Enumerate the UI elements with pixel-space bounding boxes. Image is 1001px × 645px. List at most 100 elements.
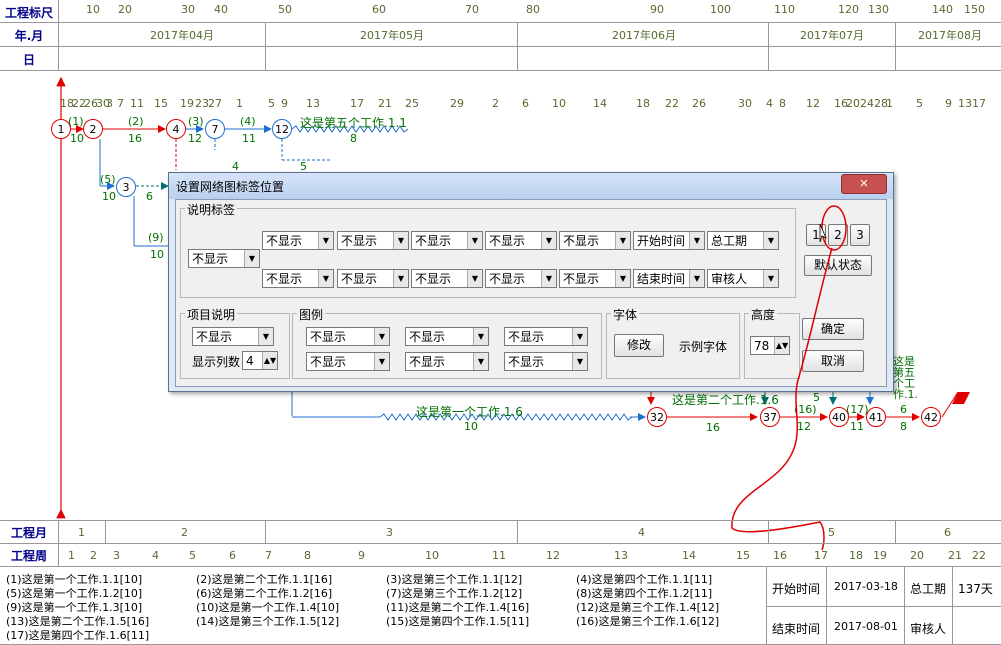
legend-select[interactable]: 不显示 ▼ [306,352,390,371]
legend-entry: (15)这是第四个工作.1.5[11] [386,615,530,628]
label-select[interactable]: 不显示 ▼ [262,231,334,250]
label-select[interactable]: 不显示 ▼ [262,269,334,288]
task-label: 这是第一个工作.1.6 [416,405,523,419]
font-title: 字体 [611,306,640,323]
project-month-label: 工程月 [10,526,47,540]
legend-select[interactable]: 不显示 ▼ [405,352,489,371]
select-value: 不显示 [310,330,347,344]
node-42[interactable]: 42 [921,407,941,427]
label-select[interactable]: 结束时间 ▼ [633,269,705,288]
month-cell: 4 [638,526,645,539]
week-cell: 6 [229,549,236,562]
task-duration: 11 [242,132,256,145]
label-select[interactable]: 开始时间 ▼ [633,231,705,250]
task-duration: 16 [128,132,142,145]
desc-label-select[interactable]: 不显示 ▼ [188,249,260,268]
select-value: 不显示 [563,234,600,248]
legend-entry: (16)这是第三个工作.1.6[12] [576,615,720,628]
legend-entry: (17)这是第四个工作.1.6[11] [6,629,150,642]
ruler-tick: 150 [964,3,985,16]
node-3[interactable]: 3 [116,177,136,197]
total-duration-label: 总工期 [910,582,947,596]
label-select[interactable]: 不显示 ▼ [485,231,557,250]
chevron-down-icon: ▼ [615,232,630,249]
chevron-down-icon: ▼ [374,353,389,370]
label-select[interactable]: 不显示 ▼ [485,269,557,288]
label-select[interactable]: 不显示 ▼ [337,231,409,250]
label-select[interactable]: 不显示 ▼ [559,231,631,250]
label-select[interactable]: 不显示 ▼ [411,231,483,250]
month-cell: 3 [386,526,393,539]
task-label: 6 [900,403,907,416]
legend-select[interactable]: 不显示 ▼ [504,352,588,371]
label-select[interactable]: 不显示 ▼ [411,269,483,288]
project-desc-select[interactable]: 不显示 ▼ [192,327,274,346]
close-button[interactable]: ✕ [841,174,887,194]
select-value: 不显示 [341,234,378,248]
legend-select[interactable]: 不显示 ▼ [306,327,390,346]
reviewer-label: 审核人 [910,622,947,636]
node-7[interactable]: 7 [205,119,225,139]
month-cell: 2017年08月 [918,29,982,42]
ruler-tick: 10 [86,3,100,16]
chevron-down-icon: ▼ [541,232,556,249]
task-duration: 10 [150,248,164,261]
ruler-tick: 100 [710,3,731,16]
task-label: (3) [188,115,204,128]
week-cell: 7 [265,549,272,562]
legend-select[interactable]: 不显示 ▼ [504,327,588,346]
legend-select[interactable]: 不显示 ▼ [405,327,489,346]
font-modify-button[interactable]: 修改 [614,334,664,357]
chevron-down-icon: ▼ [374,328,389,345]
ruler-tick: 120 [838,3,859,16]
task-label: (4) [240,115,256,128]
month-cell: 2017年06月 [612,29,676,42]
select-value: 不显示 [192,252,229,266]
start-time-label: 开始时间 [772,582,821,596]
ruler-tick: 110 [774,3,795,16]
select-value: 不显示 [310,355,347,369]
select-value: 不显示 [341,272,378,286]
annotation-scribble [731,205,847,551]
node-32[interactable]: 32 [647,407,667,427]
task-label: (5) [100,173,116,186]
task-duration: 10 [464,420,478,433]
month-cell: 2 [181,526,188,539]
ruler-tick: 60 [372,3,386,16]
ruler-tick: 70 [465,3,479,16]
chevron-down-icon: ▼ [689,270,704,287]
node-4[interactable]: 4 [166,119,186,139]
week-cell: 1 [68,549,75,562]
week-cell: 13 [614,549,628,562]
week-cell: 9 [358,549,365,562]
task-label: 这是 第五 个工 作.1. [893,355,918,401]
week-cell: 12 [546,549,560,562]
task-duration: 8 [900,420,907,433]
label-select[interactable]: 不显示 ▼ [559,269,631,288]
chevron-down-icon: ▼ [541,270,556,287]
node-12[interactable]: 12 [272,119,292,139]
month-cell: 5 [828,526,835,539]
dialog-titlebar[interactable]: 设置网络图标签位置 ✕ [169,173,893,199]
select-value: 不显示 [409,330,446,344]
month-cell: 2017年04月 [150,29,214,42]
select-value: 不显示 [415,272,452,286]
columns-label: 显示列数 [192,355,241,369]
start-time-value: 2017-03-18 [834,580,898,593]
ruler-label: 工程标尺 [4,6,53,20]
day-row: 日 18 22 26 30 3 7 11 15 19 23 27 1 5 9 13 17 21 25 29 2 6 10 1… [0,46,1001,110]
end-time-value: 2017-08-01 [834,620,898,633]
columns-spinner[interactable]: 4 ▲▼ [242,351,278,370]
legend-entry: (14)这是第三个工作.1.5[12] [196,615,340,628]
week-cell: 11 [492,549,506,562]
spinner-arrows-icon: ▲▼ [262,352,277,369]
select-value: 开始时间 [637,234,686,248]
select-value: 不显示 [508,355,545,369]
node-2[interactable]: 2 [83,119,103,139]
desc-label-title: 说明标签 [185,201,238,218]
project-week-label: 工程周 [10,549,47,563]
label-select[interactable]: 不显示 ▼ [337,269,409,288]
select-value: 不显示 [266,234,303,248]
week-cell: 3 [113,549,120,562]
ruler-tick: 40 [214,3,228,16]
